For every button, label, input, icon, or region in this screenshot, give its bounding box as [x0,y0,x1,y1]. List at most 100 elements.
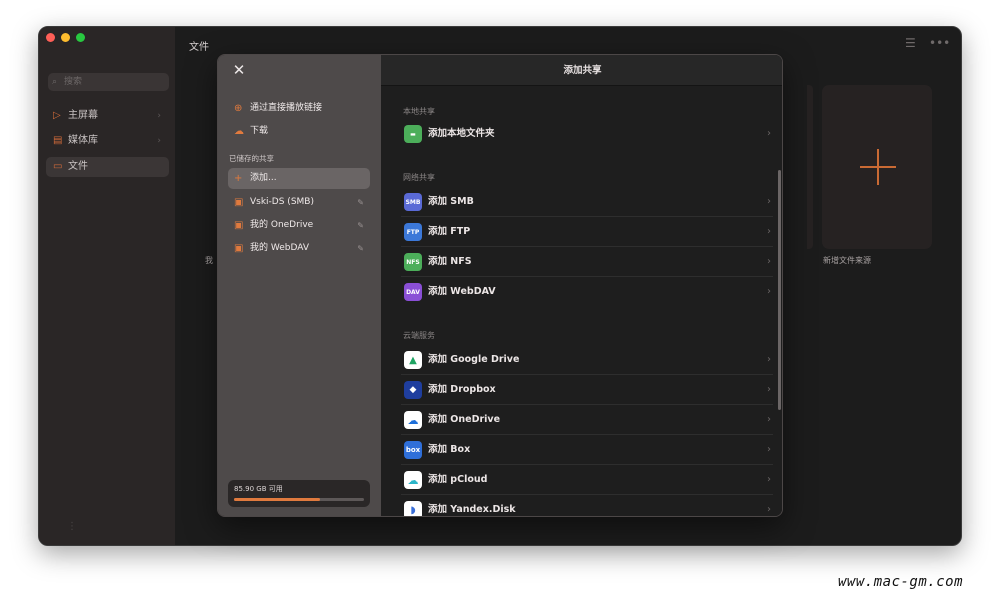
background-sidebar: ⌕ 搜索 ▷ 主屏幕 › ▤ 媒体库 › ▭ 文件 ⋮ [39,27,175,545]
chevron-right-icon: › [157,111,161,121]
source-card-edge [807,85,813,249]
nfs-icon: NFS [404,253,422,271]
plus-icon: + [234,173,243,184]
chevron-right-icon: › [767,354,771,365]
traffic-lights [46,33,85,42]
chevron-right-icon: › [767,444,771,455]
sidebar-item-add[interactable]: + 添加... [228,168,370,189]
row-add-webdav[interactable]: DAV 添加 WebDAV › [401,277,773,307]
dropbox-icon: ◆ [404,381,422,399]
row-label: 添加 Box [428,444,471,455]
search-icon: ⌕ [52,77,58,87]
row-add-nfs[interactable]: NFS 添加 NFS › [401,247,773,277]
zoom-window-button[interactable] [76,33,85,42]
sidebar-item-downloads[interactable]: ☁ 下载 [228,121,370,142]
cloud-download-icon: ☁ [234,126,244,137]
close-icon[interactable]: ✕ [232,63,246,78]
sidebar-item-label: 通过直接播放链接 [250,103,323,113]
dialog-header: 添加共享 [381,55,782,86]
sidebar-item-home[interactable]: ▷ 主屏幕 › [46,106,169,126]
chevron-right-icon: › [767,286,771,297]
sidebar-item-files[interactable]: ▭ 文件 [46,157,169,177]
sidebar-item-label: Vski-DS (SMB) [250,197,314,207]
sidebar-item-library[interactable]: ▤ 媒体库 › [46,131,169,151]
page-title: 文件 [189,42,209,53]
folder-icon: ▭ [53,161,63,172]
pin-icon[interactable]: ✎ [357,192,364,213]
chevron-right-icon: › [767,474,771,485]
sidebar-item-onedrive-share[interactable]: ▣ 我的 OneDrive ✎ [228,215,370,236]
pin-icon[interactable]: ✎ [357,238,364,259]
sidebar-item-label: 文件 [68,161,88,172]
more-icon[interactable]: ••• [929,36,950,50]
onedrive-icon: ☁ [404,411,422,429]
sidebar-item-direct-link[interactable]: ⊕ 通过直接播放链接 [228,98,370,119]
section-header-cloud: 云端服务 [403,331,435,340]
row-add-google-drive[interactable]: ▲ 添加 Google Drive › [401,345,773,375]
sidebar-item-label: 我的 OneDrive [250,220,314,230]
row-label: 添加 SMB [428,196,474,207]
row-label: 添加 pCloud [428,474,488,485]
row-label: 添加 Google Drive [428,354,520,365]
row-add-ftp[interactable]: FTP 添加 FTP › [401,217,773,247]
sidebar-item-label: 主屏幕 [68,110,98,121]
watermark: www.mac-gm.com [838,574,964,590]
row-label: 添加 Yandex.Disk [428,504,516,515]
play-icon: ▷ [53,110,61,121]
row-add-box[interactable]: box 添加 Box › [401,435,773,465]
pcloud-icon: ☁ [404,471,422,489]
list-view-icon[interactable]: ☰ [905,36,916,50]
sidebar-item-label: 下载 [250,126,269,136]
box-icon: box [404,441,422,459]
chevron-right-icon: › [767,256,771,267]
sidebar-item-label: 媒体库 [68,135,98,146]
row-add-local-folder[interactable]: ▬ 添加本地文件夹 › [401,119,773,149]
storage-bar [234,498,364,501]
sidebar-item-label: 我的 WebDAV [250,243,309,253]
row-add-dropbox[interactable]: ◆ 添加 Dropbox › [401,375,773,405]
chevron-right-icon: › [767,226,771,237]
more-vertical-icon[interactable]: ⋮ [67,521,77,532]
section-header-network: 网络共享 [403,173,435,182]
chevron-right-icon: › [767,504,771,515]
sidebar-item-smb-share[interactable]: ▣ Vski-DS (SMB) ✎ [228,192,370,213]
chevron-right-icon: › [157,136,161,146]
row-add-smb[interactable]: SMB 添加 SMB › [401,187,773,217]
storage-indicator: 85.90 GB 可用 [228,480,370,507]
dialog-main: 添加共享 本地共享 ▬ 添加本地文件夹 › 网络共享 SMB 添加 SMB › … [381,55,782,516]
folder-icon: ▬ [404,125,422,143]
drive-icon: ▣ [234,220,244,231]
chevron-right-icon: › [767,384,771,395]
library-icon: ▤ [53,135,63,146]
dialog-title: 添加共享 [563,65,602,76]
search-placeholder: 搜索 [64,77,83,87]
chevron-right-icon: › [767,414,771,425]
ftp-icon: FTP [404,223,422,241]
add-source-label: 新增文件来源 [823,256,871,265]
scrollbar[interactable] [778,170,781,410]
source-card-label: 我 [205,256,213,265]
row-label: 添加 OneDrive [428,414,501,425]
storage-bar-fill [234,498,320,501]
row-label: 添加本地文件夹 [428,128,495,139]
row-add-yandex-disk[interactable]: ◗ 添加 Yandex.Disk › [401,495,773,516]
sidebar-item-webdav-share[interactable]: ▣ 我的 WebDAV ✎ [228,238,370,259]
pin-icon[interactable]: ✎ [357,215,364,236]
close-window-button[interactable] [46,33,55,42]
row-label: 添加 Dropbox [428,384,496,395]
dialog-sidebar: ✕ ⊕ 通过直接播放链接 ☁ 下载 已储存的共享 + 添加... ▣ Vski-… [218,55,381,516]
plus-icon-vertical [877,149,879,185]
row-add-pcloud[interactable]: ☁ 添加 pCloud › [401,465,773,495]
search-input[interactable]: ⌕ 搜索 [48,73,169,91]
smb-icon: SMB [404,193,422,211]
row-label: 添加 WebDAV [428,286,496,297]
row-label: 添加 NFS [428,256,472,267]
globe-icon: ⊕ [234,103,243,114]
add-source-card[interactable] [822,85,932,249]
minimize-window-button[interactable] [61,33,70,42]
drive-icon: ▣ [234,197,244,208]
saved-shares-header: 已储存的共享 [229,154,274,163]
add-share-dialog: ✕ ⊕ 通过直接播放链接 ☁ 下载 已储存的共享 + 添加... ▣ Vski-… [217,54,783,517]
row-add-onedrive[interactable]: ☁ 添加 OneDrive › [401,405,773,435]
chevron-right-icon: › [767,128,771,139]
